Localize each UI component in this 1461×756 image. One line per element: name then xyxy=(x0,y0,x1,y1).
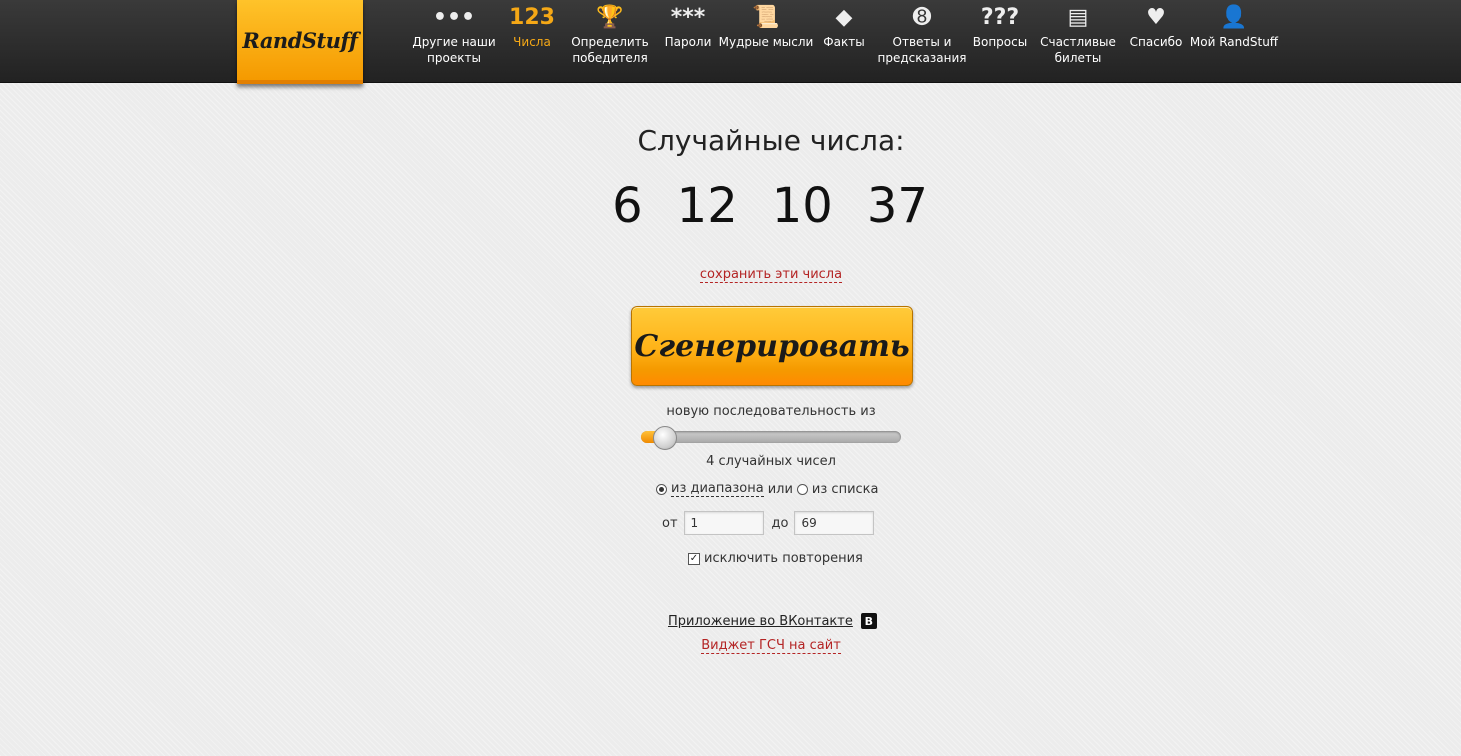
widget-link-wrap: Виджет ГСЧ на сайт xyxy=(0,634,1461,654)
vk-app-link[interactable]: Приложение во ВКонтакте xyxy=(668,614,853,629)
list-mode-radio[interactable] xyxy=(796,483,808,495)
vk-logo-icon[interactable]: В xyxy=(860,613,877,629)
to-input[interactable] xyxy=(794,511,875,535)
from-label: от xyxy=(662,515,678,531)
page-title: Случайные числа: xyxy=(637,124,905,157)
result-number: 10 xyxy=(771,178,833,234)
save-link-wrap: сохранить эти числа xyxy=(0,263,1461,283)
numbers-icon: 123 xyxy=(509,4,555,30)
exclude-repeats-checkbox[interactable]: ✓ xyxy=(688,552,700,565)
result-number: 37 xyxy=(866,178,928,234)
list-mode-label[interactable]: из списка xyxy=(812,482,879,497)
question-marks-icon: ??? xyxy=(980,4,1020,30)
to-label: до xyxy=(771,515,789,531)
range-inputs: от до xyxy=(662,511,875,535)
user-icon: 👤 xyxy=(1220,4,1248,30)
result-number: 12 xyxy=(676,178,738,234)
generate-button-label: Сгенерировать xyxy=(634,328,910,364)
count-label: 4 случайных чисел xyxy=(706,454,836,469)
ticket-icon: ▤ xyxy=(1067,4,1089,30)
mode-or-text: или xyxy=(767,481,793,497)
exclamation-diamond-icon: ◆ xyxy=(835,4,853,30)
randstuff-logo[interactable]: RandStuff xyxy=(237,0,363,84)
count-slider[interactable] xyxy=(641,426,901,450)
exclude-repeats-option[interactable]: ✓ исключить повторения xyxy=(688,551,863,566)
exclude-repeats-label[interactable]: исключить повторения xyxy=(704,551,863,566)
dots-icon: ••• xyxy=(432,4,476,30)
mode-selector: из диапазона или из списка xyxy=(656,481,878,497)
from-input[interactable] xyxy=(683,511,764,535)
eight-ball-icon: ➑ xyxy=(912,4,932,30)
sequence-label: новую последовательность из xyxy=(666,404,876,419)
nav-label: Мой RandStuff xyxy=(1189,35,1279,49)
trophy-icon: 🏆 xyxy=(596,4,624,30)
vk-app-row: Приложение во ВКонтакте В xyxy=(668,613,877,629)
logo-text: RandStuff xyxy=(242,27,358,53)
nav-item-my-randstuff[interactable]: 👤 Мой RandStuff xyxy=(1184,0,1284,80)
result-number: 6 xyxy=(612,178,643,234)
count-slider-handle[interactable] xyxy=(652,426,677,450)
asterisks-icon: *** xyxy=(670,4,706,30)
range-mode-label[interactable]: из диапазона xyxy=(671,481,764,497)
widget-link[interactable]: Виджет ГСЧ на сайт xyxy=(701,638,841,654)
range-mode-radio[interactable] xyxy=(656,483,667,495)
save-numbers-link[interactable]: сохранить эти числа xyxy=(699,267,843,283)
random-numbers-result: 6 12 10 37 xyxy=(600,178,940,234)
top-navigation-bar: RandStuff ••• Другие наши проекты 123 Чи… xyxy=(0,0,1461,84)
heart-icon: ♥ xyxy=(1146,4,1166,30)
generate-button[interactable]: Сгенерировать xyxy=(631,306,913,386)
scroll-icon: 📜 xyxy=(752,4,780,30)
